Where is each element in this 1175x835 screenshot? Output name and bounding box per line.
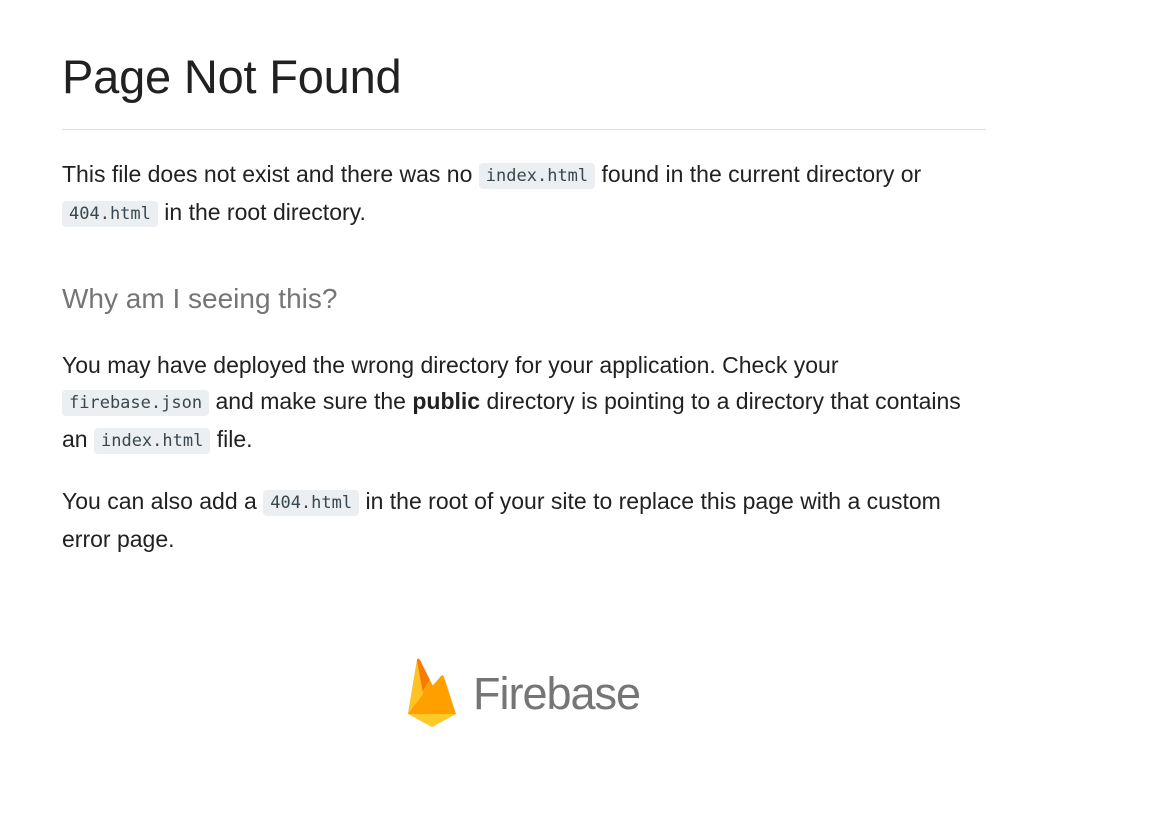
firebase-flame-icon xyxy=(406,658,458,728)
code-index-html-2: index.html xyxy=(93,428,211,454)
code-index-html: index.html xyxy=(478,163,596,189)
why-text-4: file. xyxy=(210,426,253,452)
public-keyword: public xyxy=(412,388,481,414)
code-404-html-2: 404.html xyxy=(263,490,360,516)
page-content: Page Not Found This file does not exist … xyxy=(62,0,986,557)
firebase-wordmark: Firebase xyxy=(473,667,641,719)
also-paragraph: You can also add a 404.html in the root … xyxy=(62,483,986,557)
intro-text-2: found in the current directory or xyxy=(595,161,922,187)
why-heading: Why am I seeing this? xyxy=(62,283,338,314)
page-title: Page Not Found xyxy=(62,49,986,130)
firebase-logo: Firebase xyxy=(406,658,641,728)
why-paragraph: You may have deployed the wrong director… xyxy=(62,347,986,459)
code-firebase-json: firebase.json xyxy=(62,390,210,416)
why-text-2: and make sure the xyxy=(209,388,413,414)
code-404-html: 404.html xyxy=(62,201,158,227)
intro-text-3: in the root directory. xyxy=(157,199,366,225)
intro-paragraph: This file does not exist and there was n… xyxy=(62,156,986,232)
why-text-1: You may have deployed the wrong director… xyxy=(62,352,839,378)
also-text-1: You can also add a xyxy=(62,488,264,514)
intro-text-1: This file does not exist and there was n… xyxy=(62,161,479,187)
